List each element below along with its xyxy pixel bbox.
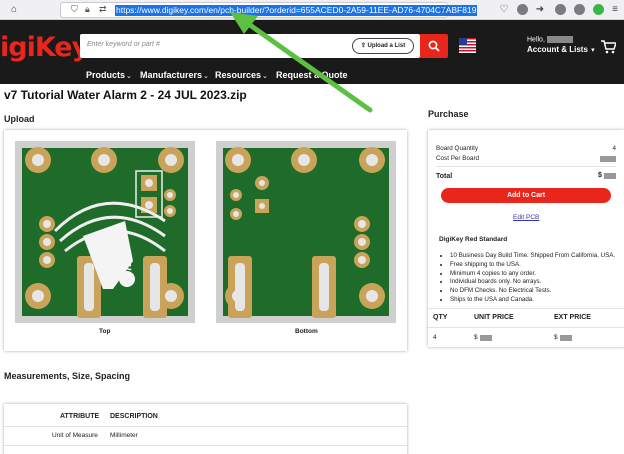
upload-heading: Upload	[4, 114, 35, 124]
site-header: igiKey Enter keyword or part # ⇪ Upload …	[0, 20, 624, 84]
list-item: Free shipping to the USA.	[450, 261, 615, 270]
attribute-cell: Unit of Measure	[52, 432, 98, 439]
pocket-icon[interactable]: ♡	[498, 4, 510, 16]
list-item: Individual boards only. No arrays.	[450, 278, 615, 287]
hello-label: Hello,	[527, 36, 545, 44]
account-label: Account & Lists	[527, 45, 588, 54]
divider	[436, 166, 616, 167]
redacted-price	[604, 173, 616, 179]
list-item: Minimum 4 copies to any order.	[450, 270, 615, 279]
redacted-unit-price	[480, 335, 492, 341]
description-cell: Millimeter	[110, 432, 138, 439]
nav-label: Request a Quote	[276, 70, 348, 80]
home-icon[interactable]: ⌂	[8, 4, 20, 16]
search-icon	[428, 40, 440, 52]
purchase-heading: Purchase	[428, 109, 469, 119]
nav-label: Products	[86, 70, 126, 80]
nav-label: Manufacturers	[140, 70, 203, 80]
redacted-name	[546, 36, 573, 43]
nav-manufacturers[interactable]: Manufacturers⌄	[140, 70, 209, 80]
service-name: DigiKey Red Standard	[439, 236, 508, 243]
nav-label: Resources	[215, 70, 262, 80]
list-item: 10 Business Day Build Time. Shipped From…	[450, 252, 615, 261]
pcb-top-view[interactable]: v7/24	[15, 141, 195, 323]
nav-products[interactable]: Products⌄	[86, 70, 132, 80]
divider	[428, 327, 624, 328]
pcb-bottom-view[interactable]	[216, 141, 396, 323]
attribute-header: ATTRIBUTE	[60, 413, 100, 420]
row-divider	[4, 426, 407, 427]
menu-icon[interactable]: ≡	[609, 4, 621, 16]
browser-toolbar: ⌂ ⛉ 🔒︎ ⇄ https://www.digikey.com/en/pcb-…	[0, 0, 624, 20]
upload-list-label: Upload a List	[367, 43, 406, 49]
unit-price-header: UNIT PRICE	[474, 314, 514, 321]
board-marking: v7/24	[119, 252, 134, 285]
divider	[428, 347, 624, 348]
lock-icon[interactable]: 🔒︎	[85, 4, 90, 15]
nav-request-quote[interactable]: Request a Quote	[276, 70, 348, 80]
redacted-price	[600, 156, 616, 162]
list-item: No DFM Checks. No Electrical Tests.	[450, 287, 615, 296]
extension-icon[interactable]	[517, 4, 528, 15]
board-quantity-value[interactable]: 4	[590, 145, 616, 152]
currency-symbol: $	[554, 334, 558, 341]
digikey-logo[interactable]: igiKey	[0, 32, 89, 63]
account-lists-menu[interactable]: Account & Lists ▾	[527, 45, 595, 54]
service-features: 10 Business Day Build Time. Shipped From…	[444, 252, 615, 305]
extension-icon[interactable]	[593, 4, 604, 15]
extension-icon[interactable]	[555, 4, 566, 15]
flag-icon[interactable]	[459, 38, 476, 53]
nav-resources[interactable]: Resources⌄	[215, 70, 268, 80]
search-button[interactable]	[420, 34, 448, 58]
cost-per-board-label: Cost Per Board	[436, 155, 480, 162]
list-item: Ships to the USA and Canada.	[450, 296, 615, 305]
top-view-label: Top	[99, 328, 111, 335]
divider	[428, 308, 624, 309]
search-placeholder: Enter keyword or part #	[87, 41, 160, 48]
greeting: Hello,	[527, 36, 573, 43]
shield-icon[interactable]: ⛉	[71, 4, 78, 15]
currency-symbol: $	[598, 172, 602, 179]
cart-icon[interactable]	[600, 40, 616, 54]
bottom-view-label: Bottom	[295, 328, 318, 335]
attribute-table	[4, 404, 407, 454]
chevron-down-icon: ⌄	[126, 73, 132, 80]
upload-list-button[interactable]: ⇪ Upload a List	[352, 38, 414, 54]
add-to-cart-button[interactable]: Add to Cart	[441, 188, 611, 203]
row-divider	[4, 445, 407, 446]
url-text[interactable]: https://www.digikey.com/en/pcb-builder/?…	[115, 5, 478, 16]
qty-header: QTY	[433, 314, 448, 321]
forward-icon[interactable]: ➜	[534, 4, 546, 16]
chevron-down-icon: ⌄	[262, 73, 268, 80]
currency-symbol: $	[474, 334, 478, 341]
chevron-down-icon: ⌄	[203, 73, 209, 80]
total-label: Total	[436, 173, 453, 180]
qty-value: 4	[433, 334, 437, 341]
account-icon[interactable]	[574, 4, 585, 15]
chevron-down-icon: ▾	[591, 47, 595, 54]
board-quantity-label: Board Quantity	[436, 145, 479, 152]
ext-price-header: EXT PRICE	[554, 314, 591, 321]
page-title: v7 Tutorial Water Alarm 2 - 24 JUL 2023.…	[4, 88, 247, 102]
search-input[interactable]: Enter keyword or part # ⇪ Upload a List	[80, 34, 420, 58]
address-bar[interactable]: ⛉ 🔒︎ ⇄ https://www.digikey.com/en/pcb-bu…	[60, 2, 478, 18]
redacted-ext-price	[560, 335, 572, 341]
star-icon[interactable]: ☆	[437, 4, 449, 16]
edit-pcb-link[interactable]: Edit PCB	[513, 214, 539, 221]
measurements-heading: Measurements, Size, Spacing	[4, 371, 131, 381]
description-header: DESCRIPTION	[110, 413, 158, 420]
permissions-icon[interactable]: ⇄	[99, 4, 107, 15]
